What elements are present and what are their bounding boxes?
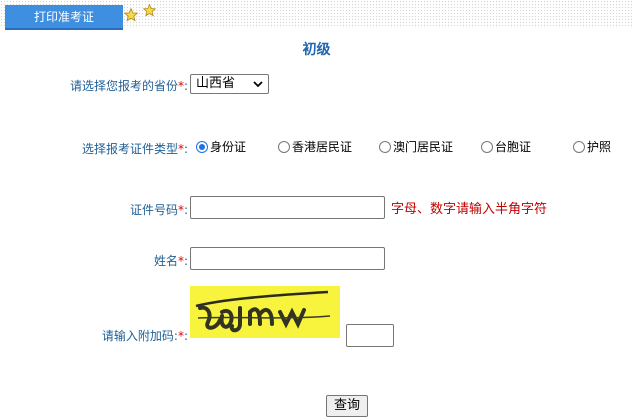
province-select-value: 山西省 <box>196 76 236 91</box>
id-number-input[interactable] <box>190 196 385 219</box>
label-colon: : <box>183 329 188 343</box>
radio-label: 护照 <box>587 140 612 154</box>
id-number-label-text: 证件号码 <box>129 203 178 217</box>
radio-label: 澳门居民证 <box>393 140 454 154</box>
id-type-option-id-card[interactable]: 身份证 <box>196 138 246 155</box>
top-bar: 打印准考证 <box>0 0 633 30</box>
radio-button[interactable] <box>573 140 585 153</box>
radio-button-checked[interactable] <box>196 140 208 153</box>
id-type-option-hongkong[interactable]: 香港居民证 <box>278 138 352 155</box>
label-colon: : <box>183 142 188 156</box>
captcha-input[interactable] <box>346 324 394 347</box>
radio-button[interactable] <box>379 140 391 153</box>
captcha-distorted-glyphs-icon <box>195 290 331 333</box>
label-colon: : <box>183 79 188 93</box>
province-label-text: 请选择您报考的省份 <box>69 79 178 93</box>
id-type-option-taiwan[interactable]: 台胞证 <box>481 138 531 155</box>
province-label: 请选择您报考的省份*: <box>70 77 188 94</box>
name-label-text: 姓名 <box>153 254 178 268</box>
radio-button[interactable] <box>278 140 290 153</box>
chevron-down-icon <box>253 81 263 88</box>
name-input[interactable] <box>190 247 385 270</box>
captcha-label-text: 请输入附加码: <box>101 329 178 343</box>
id-type-label-text: 选择报考证件类型 <box>81 142 178 156</box>
radio-label: 台胞证 <box>495 140 532 154</box>
radio-label: 香港居民证 <box>292 140 353 154</box>
name-label: 姓名*: <box>154 252 188 269</box>
tab-print-admission-ticket[interactable]: 打印准考证 <box>5 5 123 30</box>
captcha-label: 请输入附加码:*: <box>102 327 188 344</box>
query-button[interactable]: 查询 <box>326 395 368 417</box>
radio-button[interactable] <box>481 140 493 153</box>
captcha-image[interactable] <box>190 286 340 338</box>
input-hint: 字母、数字请输入半角字符 <box>391 202 548 217</box>
id-type-option-macau[interactable]: 澳门居民证 <box>379 138 453 155</box>
page-title: 初级 <box>302 42 331 58</box>
label-colon: : <box>183 254 188 268</box>
radio-label: 身份证 <box>210 140 247 154</box>
id-number-label: 证件号码*: <box>130 201 188 218</box>
id-type-option-passport[interactable]: 护照 <box>573 138 611 155</box>
id-type-label: 选择报考证件类型*: <box>82 140 188 157</box>
star-icon <box>124 8 138 22</box>
label-colon: : <box>183 203 188 217</box>
star-icon <box>143 4 156 17</box>
province-select[interactable]: 山西省 <box>190 74 269 94</box>
